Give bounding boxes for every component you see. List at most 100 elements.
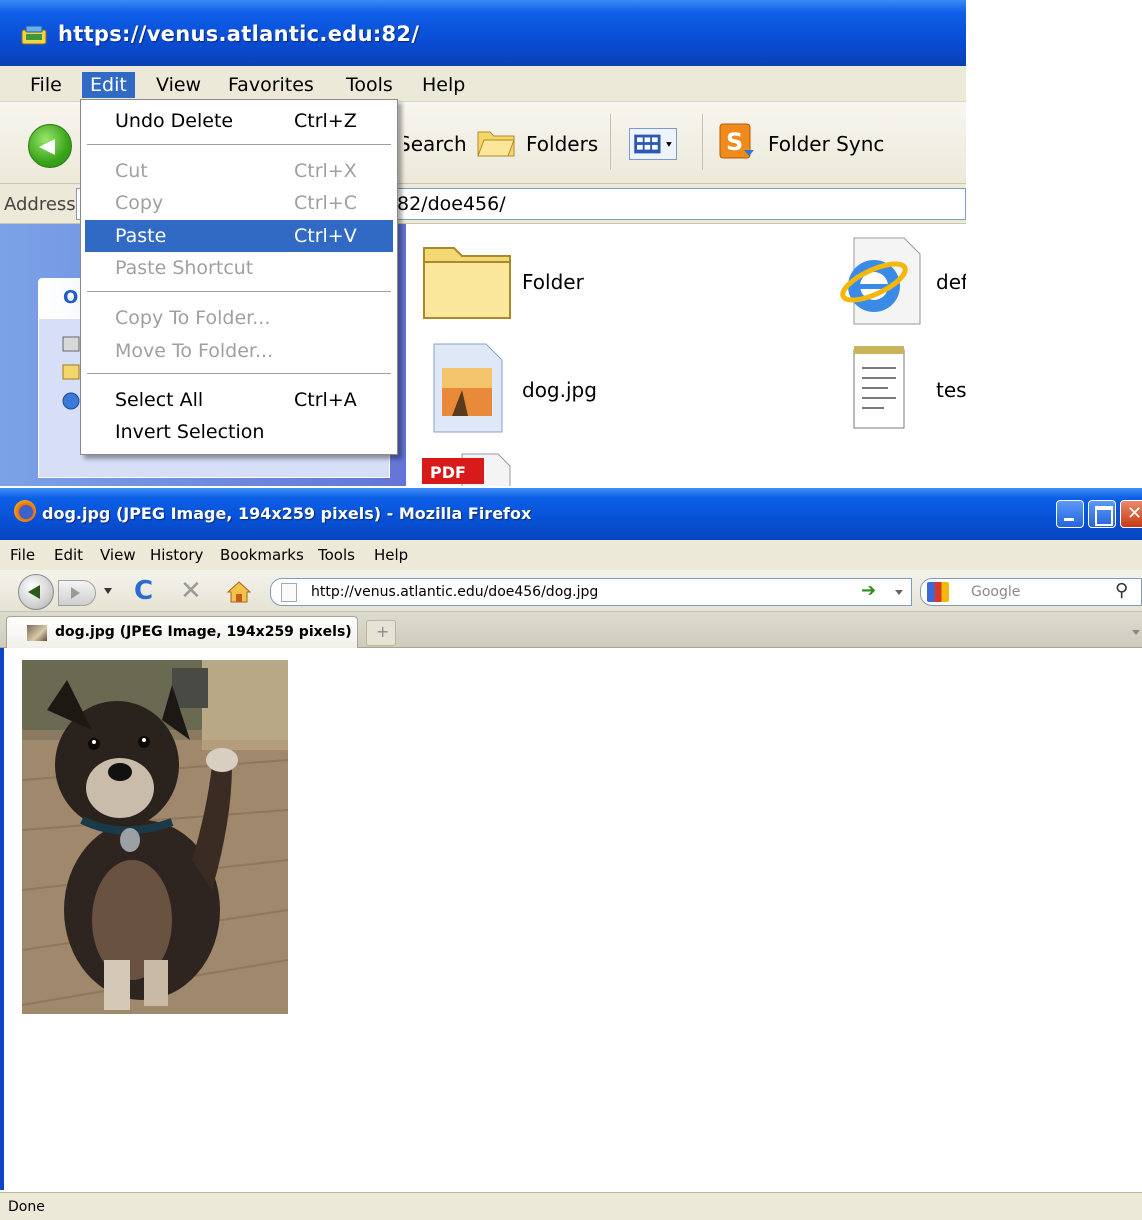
page-content	[0, 648, 1142, 1190]
menu-item-cut[interactable]: Cut Ctrl+X	[85, 155, 393, 187]
task-group-title: O	[63, 287, 79, 308]
svg-text:S: S	[726, 128, 743, 156]
menu-item-shortcut: Ctrl+X	[294, 160, 357, 182]
history-dropdown-icon[interactable]	[104, 588, 112, 594]
menu-item-select-all[interactable]: Select All Ctrl+A	[85, 384, 393, 416]
home-icon[interactable]	[226, 580, 252, 604]
stop-icon[interactable]: ✕	[180, 576, 202, 606]
image-file-icon	[433, 343, 503, 433]
forward-icon[interactable]	[58, 580, 96, 606]
menu-item-label: Invert Selection	[115, 421, 265, 443]
explorer-title: https://venus.atlantic.edu:82/	[58, 22, 420, 46]
menu-item-shortcut: Ctrl+V	[294, 225, 357, 247]
firefox-icon	[14, 500, 36, 522]
edit-menu: Undo Delete Ctrl+Z Cut Ctrl+X Copy Ctrl+…	[80, 99, 398, 455]
menu-help[interactable]: Help	[414, 72, 473, 98]
menu-item-label: Copy To Folder...	[115, 307, 271, 329]
toolbar-separator	[610, 114, 611, 170]
menu-item-copy[interactable]: Copy Ctrl+C	[85, 187, 393, 219]
ie-page-icon	[21, 25, 47, 45]
menu-item-shortcut: Ctrl+Z	[294, 110, 357, 132]
url-dropdown-icon[interactable]	[895, 590, 903, 595]
firefox-menubar: File Edit View History Bookmarks Tools H…	[0, 540, 1142, 570]
file-item-default[interactable]: def	[834, 234, 966, 332]
back-icon[interactable]	[28, 124, 72, 168]
svg-text:PDF: PDF	[430, 463, 466, 482]
folder-icon	[423, 247, 511, 319]
url-bar[interactable]: http://venus.atlantic.edu/doe456/dog.jpg…	[270, 578, 912, 606]
menu-help[interactable]: Help	[374, 546, 408, 564]
menu-view[interactable]: View	[148, 72, 209, 98]
menu-item-label: Paste	[115, 225, 167, 247]
explorer-menubar: File Edit View Favorites Tools Help	[0, 66, 966, 102]
menu-item-label: Copy	[115, 192, 164, 214]
tab-dog-jpg[interactable]: dog.jpg (JPEG Image, 194x259 pixels)	[6, 616, 358, 648]
menu-bookmarks[interactable]: Bookmarks	[220, 546, 304, 564]
file-item-pdf[interactable]: PDF	[422, 452, 518, 486]
file-item-test[interactable]: tes	[848, 342, 966, 438]
status-text: Done	[8, 1199, 45, 1215]
menu-item-invert-selection[interactable]: Invert Selection	[85, 416, 393, 448]
address-label: Address	[4, 194, 76, 215]
tab-label: dog.jpg (JPEG Image, 194x259 pixels)	[55, 624, 352, 640]
file-item-folder[interactable]: Folder	[420, 240, 584, 328]
tab-bar: dog.jpg (JPEG Image, 194x259 pixels)	[0, 612, 1142, 648]
menu-item-label: Paste Shortcut	[115, 257, 254, 279]
tab-list-icon[interactable]	[1132, 630, 1140, 635]
navigation-toolbar: C ✕ http://venus.atlantic.edu/doe456/dog…	[0, 570, 1142, 612]
menu-history[interactable]: History	[150, 546, 203, 564]
menu-edit[interactable]: Edit	[82, 72, 135, 98]
menu-favorites[interactable]: Favorites	[220, 72, 322, 98]
menu-item-copy-to-folder[interactable]: Copy To Folder...	[85, 302, 393, 334]
menu-item-paste[interactable]: Paste Ctrl+V	[85, 220, 393, 252]
page-icon	[281, 583, 297, 602]
search-bar[interactable]: Google ⚲	[920, 578, 1142, 606]
go-icon[interactable]: ➔	[861, 580, 876, 601]
menu-item-shortcut: Ctrl+C	[294, 192, 357, 214]
file-name: Folder	[522, 270, 584, 294]
url-text: http://venus.atlantic.edu/doe456/dog.jpg	[311, 584, 599, 600]
menu-edit[interactable]: Edit	[54, 546, 83, 564]
firefox-window: dog.jpg (JPEG Image, 194x259 pixels) - M…	[0, 488, 1142, 1220]
file-name: dog.jpg	[522, 378, 597, 402]
search-placeholder: Google	[971, 584, 1021, 600]
folder-sync-icon[interactable]: S	[718, 122, 756, 162]
folders-icon[interactable]	[476, 124, 516, 160]
status-bar: Done	[0, 1192, 1142, 1220]
menu-item-shortcut: Ctrl+A	[294, 389, 357, 411]
folder-sync-button[interactable]: Folder Sync	[768, 132, 884, 156]
menu-item-paste-shortcut[interactable]: Paste Shortcut	[85, 252, 393, 284]
menu-tools[interactable]: Tools	[338, 72, 401, 98]
maximize-button[interactable]	[1088, 500, 1116, 528]
close-button[interactable]	[1120, 500, 1142, 528]
menu-item-label: Cut	[115, 160, 148, 182]
magnifier-icon[interactable]: ⚲	[1115, 580, 1128, 601]
folders-button[interactable]: Folders	[526, 132, 598, 156]
menu-tools[interactable]: Tools	[318, 546, 355, 564]
file-name: tes	[936, 378, 966, 402]
menu-separator	[87, 291, 391, 293]
file-item-dog-jpg[interactable]: dog.jpg	[430, 340, 597, 440]
menu-item-undo-delete[interactable]: Undo Delete Ctrl+Z	[85, 105, 393, 137]
reload-icon[interactable]: C	[134, 576, 153, 606]
views-icon[interactable]	[629, 128, 677, 160]
file-name: def	[936, 270, 966, 294]
menu-view[interactable]: View	[100, 546, 136, 564]
menu-item-move-to-folder[interactable]: Move To Folder...	[85, 335, 393, 367]
tab-favicon-icon	[27, 625, 47, 641]
menu-separator	[87, 144, 391, 146]
menu-item-label: Select All	[115, 389, 204, 411]
search-button[interactable]: Search	[404, 132, 467, 156]
back-icon[interactable]	[18, 574, 54, 610]
firefox-title: dog.jpg (JPEG Image, 194x259 pixels) - M…	[42, 504, 532, 523]
menu-file[interactable]: File	[22, 72, 70, 98]
pdf-icon: PDF	[422, 453, 511, 486]
text-document-icon	[853, 346, 905, 429]
toolbar-separator	[702, 114, 703, 170]
search-engine-icon[interactable]	[927, 582, 949, 602]
dog-photo	[22, 660, 288, 1014]
minimize-button[interactable]	[1056, 500, 1084, 528]
ie-document-icon	[840, 237, 921, 325]
new-tab-button[interactable]	[366, 620, 396, 646]
menu-file[interactable]: File	[10, 546, 35, 564]
